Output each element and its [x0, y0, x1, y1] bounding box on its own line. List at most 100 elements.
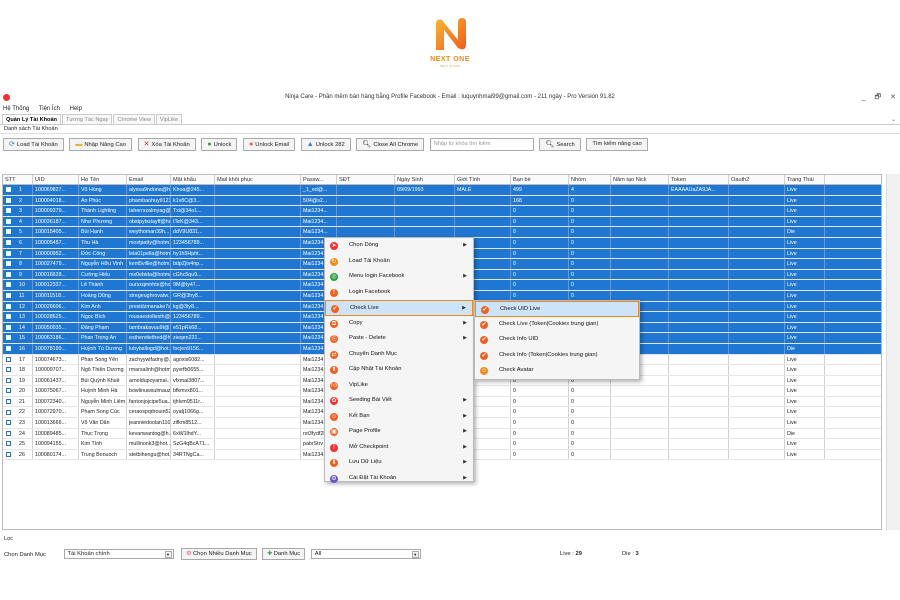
- menu-help[interactable]: Help: [70, 106, 82, 112]
- menu-item-checkpoint[interactable]: ! Mở Checkpoint ▶: [325, 440, 473, 456]
- column-header[interactable]: Ngày Sinh: [395, 175, 455, 184]
- row-checkbox[interactable]: [6, 367, 11, 373]
- tab-chrome-view[interactable]: Chrome View: [113, 114, 155, 124]
- menu-item-login[interactable]: f Login Facebook: [325, 285, 473, 301]
- row-checkbox[interactable]: [6, 303, 11, 309]
- column-header[interactable]: SĐT: [337, 175, 395, 184]
- column-header[interactable]: Giới Tính: [455, 175, 511, 184]
- column-header[interactable]: Trạng Thái: [785, 175, 825, 184]
- row-checkbox[interactable]: [6, 409, 11, 415]
- unlock-button[interactable]: ● Unlock: [201, 138, 238, 151]
- row-checkbox[interactable]: [6, 420, 11, 426]
- table-cell: 0: [511, 227, 569, 237]
- row-checkbox[interactable]: [6, 377, 11, 383]
- column-header[interactable]: Oauth2: [729, 175, 785, 184]
- row-checkbox[interactable]: [6, 282, 11, 288]
- row-checkbox[interactable]: [6, 240, 11, 246]
- filter-select[interactable]: All ▼: [310, 549, 421, 559]
- tab-interact[interactable]: Tương Tác Ngay: [61, 114, 113, 124]
- submenu-arrow-icon: ▶: [463, 428, 467, 434]
- chevron-down-icon[interactable]: ⌄: [891, 116, 896, 123]
- menu-item-like[interactable]: 👍︎ VipLike: [325, 378, 473, 394]
- row-checkbox[interactable]: [6, 229, 11, 235]
- column-header[interactable]: Passw...: [301, 175, 337, 184]
- row-checkbox[interactable]: [6, 398, 11, 404]
- delete-accounts-button[interactable]: ✕ Xóa Tài Khoản: [137, 138, 196, 151]
- unlock-282-button[interactable]: ▲ Unlock 282: [300, 138, 351, 151]
- menu-utilities[interactable]: Tiện Ích: [39, 106, 60, 112]
- search-button[interactable]: 🔍︎ Search: [539, 138, 581, 151]
- menu-item-friend[interactable]: ☺ Kết Bạn ▶: [325, 409, 473, 425]
- menu-item-settings[interactable]: ⚙ Cài Đặt Tài Khoản ▶: [325, 471, 473, 487]
- row-checkbox[interactable]: [6, 335, 11, 341]
- tab-viplike[interactable]: VipLike: [155, 114, 183, 124]
- menu-item-seeding[interactable]: ✿ Seeding Bài Viết ▶: [325, 393, 473, 409]
- row-checkbox[interactable]: [6, 314, 11, 320]
- close-button[interactable]: ✕: [890, 94, 896, 101]
- menu-item-paste[interactable]: ⎘ Paste - Delete ▶: [325, 331, 473, 347]
- add-category-button[interactable]: ✚ Danh Mục: [262, 548, 306, 560]
- row-checkbox[interactable]: [6, 208, 11, 214]
- row-checkbox[interactable]: [6, 346, 11, 351]
- column-header[interactable]: Token: [669, 175, 729, 184]
- table-cell: phambaohuy9123...: [129, 195, 171, 206]
- table-cell: [729, 269, 785, 280]
- minimize-button[interactable]: _: [862, 94, 866, 101]
- submenu-item[interactable]: ☺ Check Avatar: [475, 363, 639, 379]
- table-row[interactable]: 1 100069827... Vũ Hùng alyssa9ndona@h... Kho…: [3, 185, 881, 196]
- close-all-chrome-button[interactable]: 🔍︎ Close All Chrome: [356, 138, 425, 151]
- row-checkbox[interactable]: [6, 430, 11, 436]
- category-select[interactable]: Tài Khoản chính ▼: [63, 549, 174, 559]
- tab-account-manager[interactable]: Quản Lý Tài Khoản: [2, 114, 61, 124]
- advanced-search-button[interactable]: Tìm kiếm nâng cao: [586, 138, 648, 151]
- column-header[interactable]: Mật khẩu: [171, 175, 215, 184]
- search-input[interactable]: Nhập từ khóa tìm kiếm: [429, 138, 534, 151]
- row-checkbox[interactable]: [6, 218, 11, 224]
- column-header[interactable]: Bạn bè: [511, 175, 569, 184]
- submenu-item[interactable]: ✔ Check UID Live: [475, 301, 639, 317]
- row-checkbox[interactable]: [6, 250, 11, 256]
- menu-item-update[interactable]: ⬆ Cập Nhật Tài Khoản: [325, 362, 473, 378]
- column-header[interactable]: Họ Tên: [79, 175, 127, 184]
- row-checkbox[interactable]: [6, 197, 11, 203]
- row-checkbox[interactable]: [6, 293, 11, 299]
- table-row[interactable]: 4100036187...Như Phươngobstpybutayff@ho.…: [3, 216, 881, 228]
- column-header[interactable]: Mail khôi phục: [215, 175, 301, 184]
- menu-item-load[interactable]: ↻ Load Tài Khoản: [325, 254, 473, 270]
- menu-item-move[interactable]: ⇄ Chuyển Danh Mục: [325, 347, 473, 363]
- menu-item-chrome[interactable]: ◎ Menu login Facebook ▶: [325, 269, 473, 285]
- unlock-email-button[interactable]: ● Unlock Email: [243, 138, 296, 151]
- submenu-item[interactable]: ✔ Check Info (Token|Cookies trung gian): [475, 348, 639, 364]
- column-header[interactable]: STT: [3, 175, 33, 184]
- table-row[interactable]: 3 100009379... Thành Lighting taherrxzalmya…: [3, 206, 881, 217]
- vertical-scrollbar[interactable]: [886, 174, 900, 530]
- menu-item-copy[interactable]: ⧉ Copy ▶: [325, 316, 473, 332]
- row-checkbox[interactable]: [6, 451, 11, 457]
- menu-item-page[interactable]: ▣ Page Profile ▶: [325, 424, 473, 440]
- menu-item-cursor[interactable]: ➤ Chọn Dòng ▶: [325, 238, 473, 254]
- menu-item-check[interactable]: ✔ Check Live ▶: [325, 300, 473, 316]
- multi-category-button[interactable]: ⚙ Chọn Nhiều Danh Mục: [181, 548, 257, 560]
- table-cell: 0: [511, 428, 569, 439]
- row-checkbox[interactable]: [6, 261, 11, 267]
- table-cell: fantonjojcipe5ua...: [129, 396, 171, 407]
- submenu-item[interactable]: ✔ Check Live (Token|Cookies trung gian): [475, 317, 639, 333]
- column-header[interactable]: Email: [127, 175, 171, 184]
- column-header[interactable]: Nhóm: [569, 175, 611, 184]
- column-header[interactable]: UID: [33, 175, 79, 184]
- menu-item-save[interactable]: ⬇ Lưu Dữ Liệu ▶: [325, 455, 473, 471]
- load-accounts-button[interactable]: ⟳ Load Tài Khoản: [3, 138, 64, 151]
- table-cell: [395, 216, 455, 227]
- table-row[interactable]: 2100004018...An Phúcphambaohuy9123...k1v…: [3, 195, 881, 207]
- column-header[interactable]: Năm tạo Nick: [611, 175, 669, 184]
- import-advanced-button[interactable]: ▬ Nhập Nâng Cao: [69, 138, 132, 151]
- menu-system[interactable]: Hệ Thống: [3, 106, 29, 112]
- row-checkbox[interactable]: [6, 324, 11, 330]
- submenu-item[interactable]: ✔ Check Info UID: [475, 332, 639, 348]
- row-checkbox[interactable]: [6, 388, 11, 394]
- row-checkbox[interactable]: [6, 441, 11, 447]
- restore-button[interactable]: 🗗: [875, 94, 882, 101]
- row-checkbox[interactable]: [6, 356, 11, 362]
- row-checkbox[interactable]: [6, 187, 11, 193]
- row-checkbox[interactable]: [6, 271, 11, 277]
